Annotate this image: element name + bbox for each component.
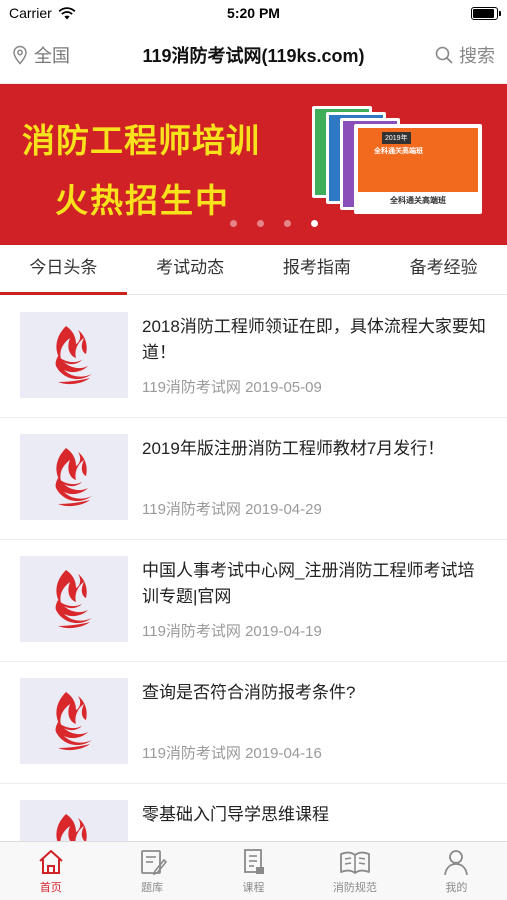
tabbar-label: 题库 (141, 882, 164, 894)
book-title: 全科通关高端班 (374, 148, 423, 155)
article-thumbnail (20, 678, 128, 764)
flame-logo-icon (55, 448, 92, 507)
location-pin-icon (13, 45, 27, 65)
tabbar-item-3[interactable]: 消防规范 (304, 842, 405, 900)
nav-bar: 全国 119消防考试网(119ks.com) 搜索 (0, 26, 507, 84)
location-label: 全国 (34, 45, 70, 66)
tab-3[interactable]: 备考经验 (380, 245, 507, 294)
battery-level (472, 8, 494, 18)
carousel-dot[interactable] (229, 220, 237, 227)
flame-logo-icon (55, 326, 92, 385)
edit-icon (137, 847, 168, 877)
tabbar-label: 课程 (242, 882, 265, 894)
wifi-icon (58, 6, 76, 19)
tabbar-item-2[interactable]: 课程 (203, 842, 304, 900)
book-band: 全科通关高端班 (358, 192, 478, 210)
tabbar-label: 首页 (39, 882, 62, 894)
carrier-label: Carrier (9, 5, 52, 21)
carousel-dots (0, 220, 507, 227)
banner-title: 消防工程师培训 (22, 122, 260, 159)
book-tag: 2019年 (382, 132, 411, 144)
article-title: 零基础入门导学思维课程 (142, 805, 329, 824)
article-meta: 119消防考试网 2019-05-09 (142, 379, 322, 396)
article-meta: 119消防考试网 2019-04-29 (142, 501, 322, 518)
carousel-dot[interactable] (283, 220, 291, 227)
search-icon (435, 46, 453, 63)
article-title: 2018消防工程师领证在即，具体流程大家要知道！ (142, 317, 486, 362)
article-title: 查询是否符合消防报考条件? (142, 683, 356, 702)
banner-subtitle: 火热招生中 (55, 182, 230, 219)
battery-icon (470, 6, 501, 20)
article-meta: 119消防考试网 2019-04-19 (142, 623, 322, 640)
article-thumbnail (20, 434, 128, 520)
clock: 5:20 PM (227, 5, 280, 21)
tab-0[interactable]: 今日头条 (0, 245, 127, 295)
article-meta: 119消防考试网 2019-04-16 (142, 745, 322, 762)
search-label: 搜索 (459, 45, 495, 66)
category-tabs: 今日头条 考试动态 报考指南 备考经验 (0, 245, 507, 295)
tabbar-item-4[interactable]: 我的 (406, 842, 507, 900)
document-icon (239, 847, 269, 877)
tabbar-item-0[interactable]: 首页 (0, 842, 101, 900)
home-icon (36, 847, 66, 877)
book-icon (338, 847, 372, 877)
tab-2[interactable]: 报考指南 (254, 245, 381, 294)
flame-logo-icon (55, 570, 92, 629)
flame-logo-icon (55, 692, 92, 751)
tabbar-item-1[interactable]: 题库 (101, 842, 202, 900)
article-thumbnail (20, 312, 128, 398)
list-item[interactable]: 中国人事考试中心网_注册消防工程师考试培训专题|官网 119消防考试网 2019-… (0, 540, 507, 662)
bottom-tab-bar: 首页 题库 课程 消防规范 我的 (0, 841, 507, 900)
tabbar-label: 我的 (445, 882, 468, 894)
carousel-dot[interactable] (256, 220, 264, 227)
list-item[interactable]: 2018消防工程师领证在即，具体流程大家要知道！ 119消防考试网 2019-05… (0, 296, 507, 418)
page-title: 119消防考试网(119ks.com) (142, 45, 365, 66)
status-bar: Carrier 5:20 PM (0, 0, 507, 26)
person-icon (441, 847, 471, 877)
article-list: 2018消防工程师领证在即，具体流程大家要知道！ 119消防考试网 2019-05… (0, 296, 507, 900)
article-title: 2019年版注册消防工程师教材7月发行！ (142, 439, 445, 458)
promo-banner[interactable]: 消防工程师培训 火热招生中 2019年 全科通关高端班 全科通关高端班 (0, 84, 507, 245)
article-title: 中国人事考试中心网_注册消防工程师考试培训专题|官网 (142, 561, 475, 606)
tabbar-label: 消防规范 (332, 882, 377, 894)
textbook-stack-image: 2019年 全科通关高端班 全科通关高端班 (312, 106, 490, 214)
carousel-dot[interactable] (310, 220, 318, 227)
list-item[interactable]: 查询是否符合消防报考条件? 119消防考试网 2019-04-16 (0, 662, 507, 784)
location-selector[interactable]: 全国 (12, 42, 107, 68)
list-item[interactable]: 2019年版注册消防工程师教材7月发行！ 119消防考试网 2019-04-29 (0, 418, 507, 540)
book-cover-main: 2019年 全科通关高端班 全科通关高端班 (354, 124, 482, 214)
article-thumbnail (20, 556, 128, 642)
tab-1[interactable]: 考试动态 (127, 245, 254, 294)
search-button[interactable]: 搜索 (400, 42, 495, 68)
